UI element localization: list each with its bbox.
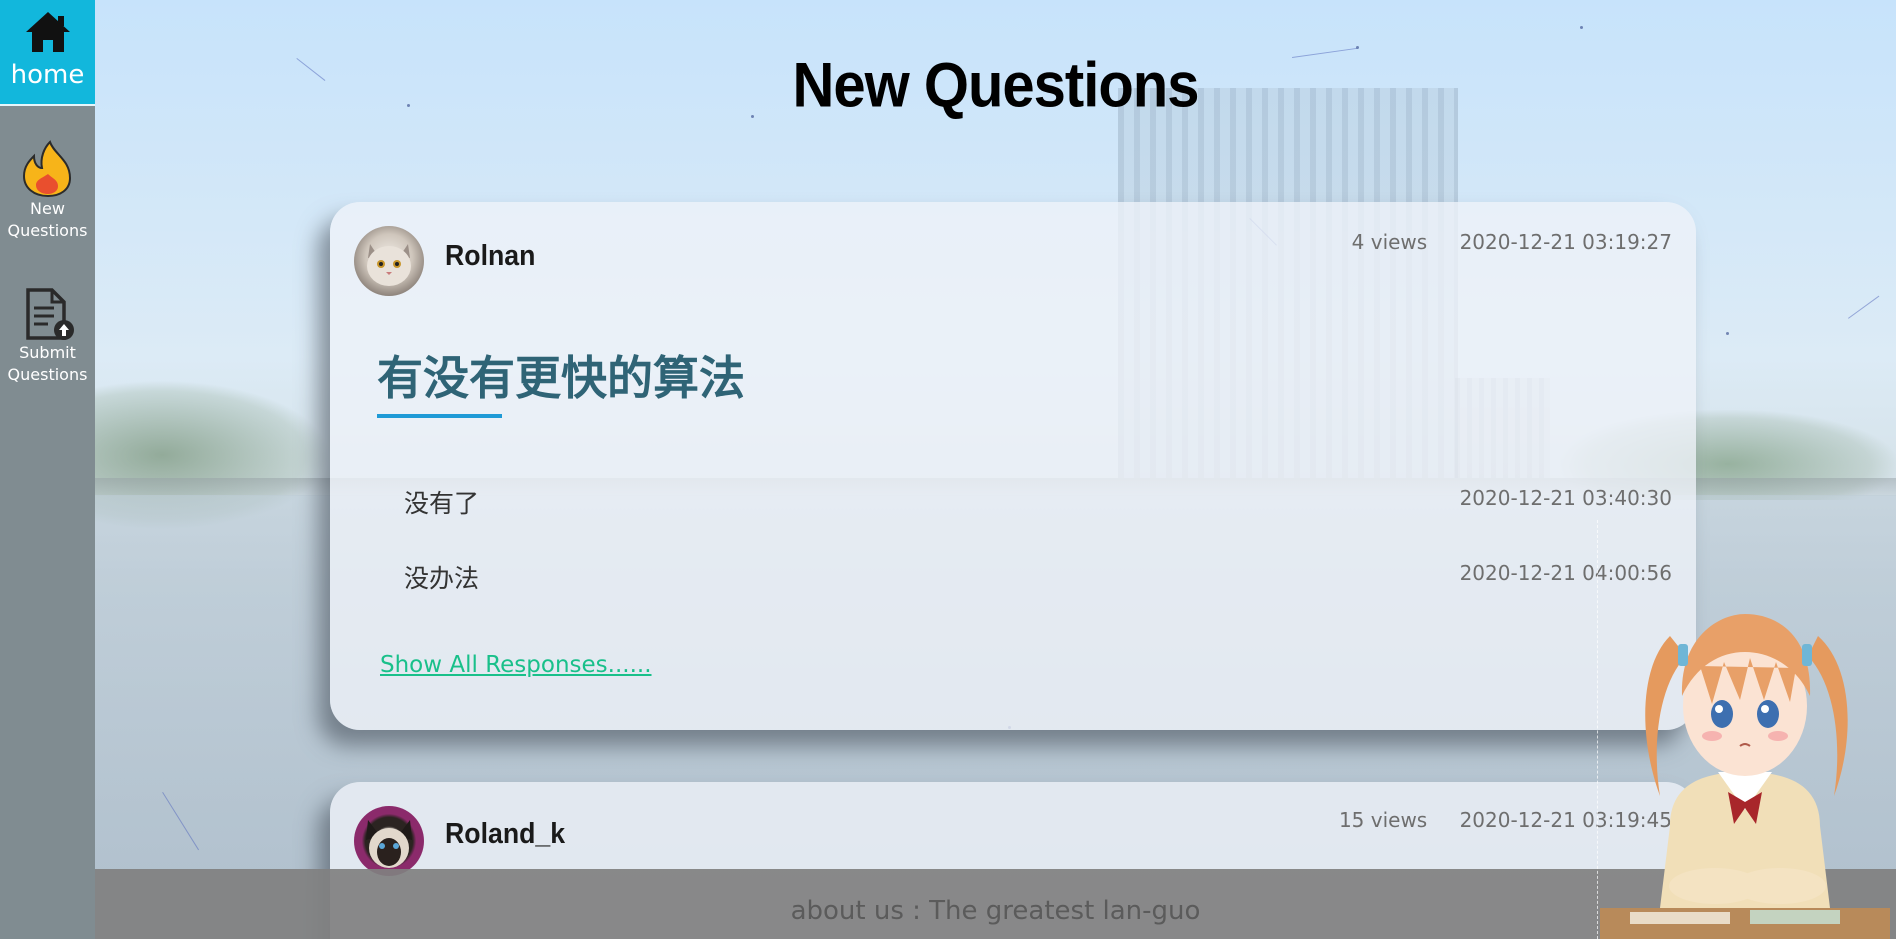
nav-home[interactable]: home (0, 0, 95, 106)
response-text: 没有了 (404, 489, 480, 518)
nav-new-questions[interactable]: New Questions (0, 140, 95, 242)
nav-submit-questions[interactable]: Submit Questions (0, 286, 95, 386)
title-underline (377, 414, 502, 418)
response-item: 没办法 2020-12-21 04:00:56 (404, 559, 1672, 599)
response-timestamp: 2020-12-21 04:00:56 (1459, 561, 1672, 585)
nav-submit-questions-label-1: Submit (19, 343, 76, 362)
particle-line (1848, 295, 1880, 319)
view-count: 4 views (1351, 230, 1428, 254)
avatar[interactable] (354, 226, 424, 296)
particle-dot (1580, 26, 1583, 29)
nav-new-questions-label-2: Questions (7, 221, 88, 240)
response-timestamp: 2020-12-21 03:40:30 (1459, 486, 1672, 510)
document-upload-icon (20, 286, 76, 342)
mascot-divider (1597, 520, 1598, 939)
question-title[interactable]: 有没有更快的算法 (377, 342, 745, 408)
show-all-responses-link[interactable]: Show All Responses...... (380, 652, 652, 678)
view-count: 15 views (1338, 808, 1428, 832)
home-icon (24, 10, 72, 54)
particle-dot (1726, 332, 1729, 335)
anime-girl-mascot[interactable] (1600, 596, 1890, 939)
response-text: 没办法 (404, 564, 480, 593)
avatar[interactable] (354, 806, 424, 876)
nav-home-label: home (10, 60, 85, 90)
nav-submit-questions-label-2: Questions (7, 365, 88, 384)
question-card: Rolnan 4 views 2020-12-21 03:19:27 有没有更快… (330, 202, 1696, 730)
response-item: 没有了 2020-12-21 03:40:30 (404, 484, 1672, 524)
question-meta: 4 views 2020-12-21 03:19:27 (1352, 230, 1672, 254)
nav-new-questions-label-1: New (30, 199, 65, 218)
sidebar: home New Questions Submit Questions (0, 0, 95, 939)
page-title: New Questions (792, 50, 1200, 121)
username[interactable]: Rolnan (445, 240, 535, 273)
username[interactable]: Roland_k (445, 818, 565, 851)
fire-icon (20, 140, 76, 198)
question-timestamp: 2020-12-21 03:19:27 (1459, 230, 1672, 254)
